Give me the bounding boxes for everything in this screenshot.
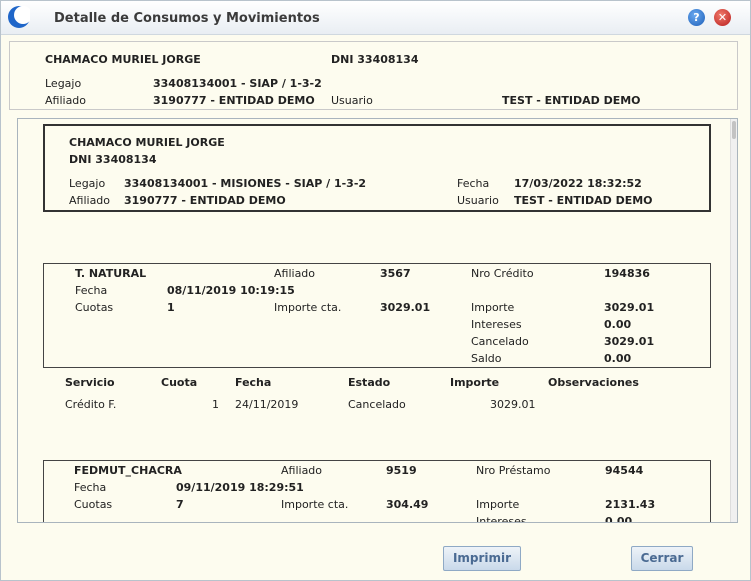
header-panel: CHAMACO MURIEL JORGE DNI 33408134 Legajo… [9,41,738,110]
header-usuario-value: TEST - ENTIDAD DEMO [502,94,641,107]
col-header-servicio: Servicio [65,376,115,389]
credit-card: T. NATURAL Afiliado 3567 Nro Crédito 194… [43,263,711,368]
credit-saldo-value: 0.00 [604,352,632,365]
credit-fecha-label: Fecha [75,284,108,297]
detail-scroll-panel[interactable]: CHAMACO MURIEL JORGE DNI 33408134 Legajo… [17,118,738,523]
credit-cancelado-label: Cancelado [471,335,529,348]
credit-card: FEDMUT_CHACRA Afiliado 9519 Nro Préstamo… [43,460,711,523]
credit-intereses-label: Intereses [476,515,527,523]
cell-cuota: 1 [212,398,219,411]
cell-importe: 3029.01 [490,398,536,411]
credit-cancelado-value: 3029.01 [604,335,655,348]
vertical-scrollbar[interactable] [730,119,737,522]
credit-nro-label: Nro Préstamo [476,464,551,477]
header-afiliado-label: Afiliado [45,94,87,107]
credit-nro-value: 94544 [605,464,644,477]
credit-fecha-label: Fecha [74,481,107,494]
header-afiliado-value: 3190777 - ENTIDAD DEMO [153,94,315,107]
col-header-estado: Estado [348,376,391,389]
print-button[interactable]: Imprimir [443,546,521,571]
window-title: Detalle de Consumos y Movimientos [54,11,320,26]
credit-afiliado-label: Afiliado [281,464,323,477]
credit-saldo-label: Saldo [471,352,502,365]
col-header-importe: Importe [450,376,500,389]
credit-title: FEDMUT_CHACRA [74,464,182,477]
credit-intereses-value: 0.00 [605,515,633,523]
credit-fecha-value: 09/11/2019 18:29:51 [176,481,304,494]
summary-card: CHAMACO MURIEL JORGE DNI 33408134 Legajo… [43,124,711,212]
credit-fecha-value: 08/11/2019 10:19:15 [167,284,295,297]
summary-fecha-value: 17/03/2022 18:32:52 [514,177,642,190]
summary-usuario-label: Usuario [457,194,499,207]
credit-importe-label: Importe [471,301,515,314]
summary-legajo-value: 33408134001 - MISIONES - SIAP / 1-3-2 [124,177,367,190]
credit-afiliado-label: Afiliado [274,267,316,280]
summary-name: CHAMACO MURIEL JORGE [69,136,225,149]
credit-importe-value: 3029.01 [604,301,655,314]
credit-cuotas-label: Cuotas [75,301,114,314]
credit-importe-cta-label: Importe cta. [281,498,349,511]
summary-usuario-value: TEST - ENTIDAD DEMO [514,194,653,207]
cell-estado: Cancelado [348,398,406,411]
col-header-fecha: Fecha [235,376,272,389]
credit-importe-label: Importe [476,498,520,511]
header-legajo-label: Legajo [45,77,82,90]
summary-fecha-label: Fecha [457,177,490,190]
help-icon[interactable]: ? [688,9,705,26]
summary-dni: DNI 33408134 [69,153,157,166]
credit-importe-cta-value: 304.49 [386,498,429,511]
cell-servicio: Crédito F. [65,398,117,411]
summary-legajo-label: Legajo [69,177,106,190]
credit-cuotas-value: 1 [167,301,175,314]
summary-afiliado-label: Afiliado [69,194,111,207]
header-legajo-value: 33408134001 - SIAP / 1-3-2 [153,77,322,90]
scrollbar-thumb[interactable] [732,121,736,139]
credit-importe-value: 2131.43 [605,498,656,511]
credit-importe-cta-label: Importe cta. [274,301,342,314]
header-usuario-label: Usuario [331,94,373,107]
credit-afiliado-value: 3567 [380,267,411,280]
credit-intereses-value: 0.00 [604,318,632,331]
credit-nro-label: Nro Crédito [471,267,534,280]
close-icon[interactable]: ✕ [714,9,731,26]
summary-afiliado-value: 3190777 - ENTIDAD DEMO [124,194,286,207]
title-bar: Detalle de Consumos y Movimientos ? ✕ [1,1,750,35]
col-header-observaciones: Observaciones [548,376,639,389]
credit-cuotas-label: Cuotas [74,498,113,511]
dialog-window: Detalle de Consumos y Movimientos ? ✕ CH… [0,0,751,581]
header-dni: DNI 33408134 [331,53,419,66]
credit-cuotas-value: 7 [176,498,184,511]
credit-intereses-label: Intereses [471,318,522,331]
credit-importe-cta-value: 3029.01 [380,301,431,314]
col-header-cuota: Cuota [161,376,198,389]
cell-fecha: 24/11/2019 [235,398,299,411]
close-button[interactable]: Cerrar [631,546,693,571]
credit-afiliado-value: 9519 [386,464,417,477]
credit-nro-value: 194836 [604,267,650,280]
app-logo-icon [8,6,30,28]
credit-title: T. NATURAL [75,267,147,280]
header-name: CHAMACO MURIEL JORGE [45,53,201,66]
